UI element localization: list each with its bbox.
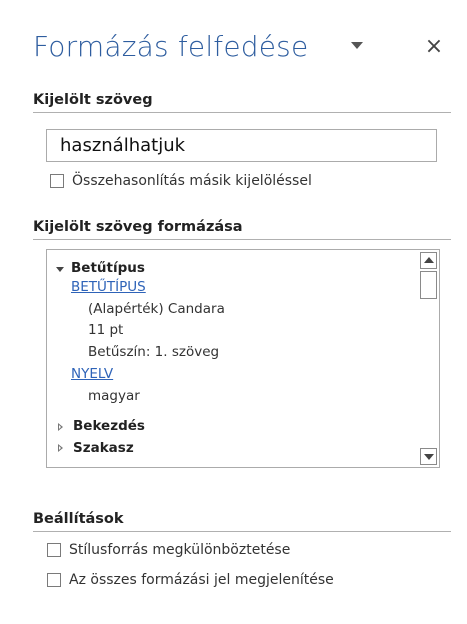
font-color-value: Betűszín: 1. szöveg	[88, 344, 220, 360]
scroll-down-button[interactable]	[420, 448, 437, 465]
language-value: magyar	[88, 388, 140, 404]
options-heading: Beállítások	[33, 511, 451, 532]
compare-selection-option[interactable]: Összehasonlítás másik kijelöléssel	[50, 173, 312, 189]
reveal-formatting-pane: Formázás felfedése × Kijelölt szöveg has…	[0, 0, 467, 624]
font-size-value: 11 pt	[88, 322, 124, 338]
selected-text-field[interactable]: használhatjuk	[46, 129, 437, 162]
show-formatting-marks-option[interactable]: Az összes formázási jel megjelenítése	[47, 572, 334, 588]
selected-text-heading: Kijelölt szöveg	[33, 92, 451, 113]
collapsed-triangle-icon[interactable]	[58, 444, 63, 452]
paragraph-group-label[interactable]: Bekezdés	[73, 418, 145, 434]
font-name-value: (Alapérték) Candara	[88, 301, 225, 317]
tree-scrollbar[interactable]	[418, 250, 439, 467]
scroll-up-arrow-icon	[424, 257, 434, 263]
scroll-up-button[interactable]	[420, 252, 437, 269]
scroll-thumb[interactable]	[420, 271, 437, 299]
compare-selection-label: Összehasonlítás másik kijelöléssel	[72, 173, 312, 189]
compare-selection-checkbox[interactable]	[50, 174, 64, 188]
collapsed-triangle-icon[interactable]	[58, 423, 63, 431]
pane-title: Formázás felfedése	[33, 30, 309, 63]
scroll-down-arrow-icon	[424, 454, 434, 460]
font-link[interactable]: BETŰTÍPUS	[71, 279, 146, 295]
distinguish-style-checkbox[interactable]	[47, 543, 61, 557]
show-formatting-marks-label: Az összes formázási jel megjelenítése	[69, 572, 334, 588]
formatting-tree[interactable]: Betűtípus BETŰTÍPUS (Alapérték) Candara …	[46, 249, 440, 468]
formatting-heading: Kijelölt szöveg formázása	[33, 219, 451, 240]
expanded-triangle-icon[interactable]	[56, 267, 64, 272]
section-group-label[interactable]: Szakasz	[73, 440, 134, 456]
font-group-label[interactable]: Betűtípus	[71, 260, 145, 276]
close-icon[interactable]: ×	[423, 34, 445, 60]
formatting-tree-content: Betűtípus BETŰTÍPUS (Alapérték) Candara …	[47, 250, 418, 467]
distinguish-style-option[interactable]: Stílusforrás megkülönböztetése	[47, 542, 290, 558]
chevron-down-icon[interactable]	[351, 42, 363, 49]
show-formatting-marks-checkbox[interactable]	[47, 573, 61, 587]
language-link[interactable]: NYELV	[71, 366, 113, 382]
distinguish-style-label: Stílusforrás megkülönböztetése	[69, 542, 291, 558]
